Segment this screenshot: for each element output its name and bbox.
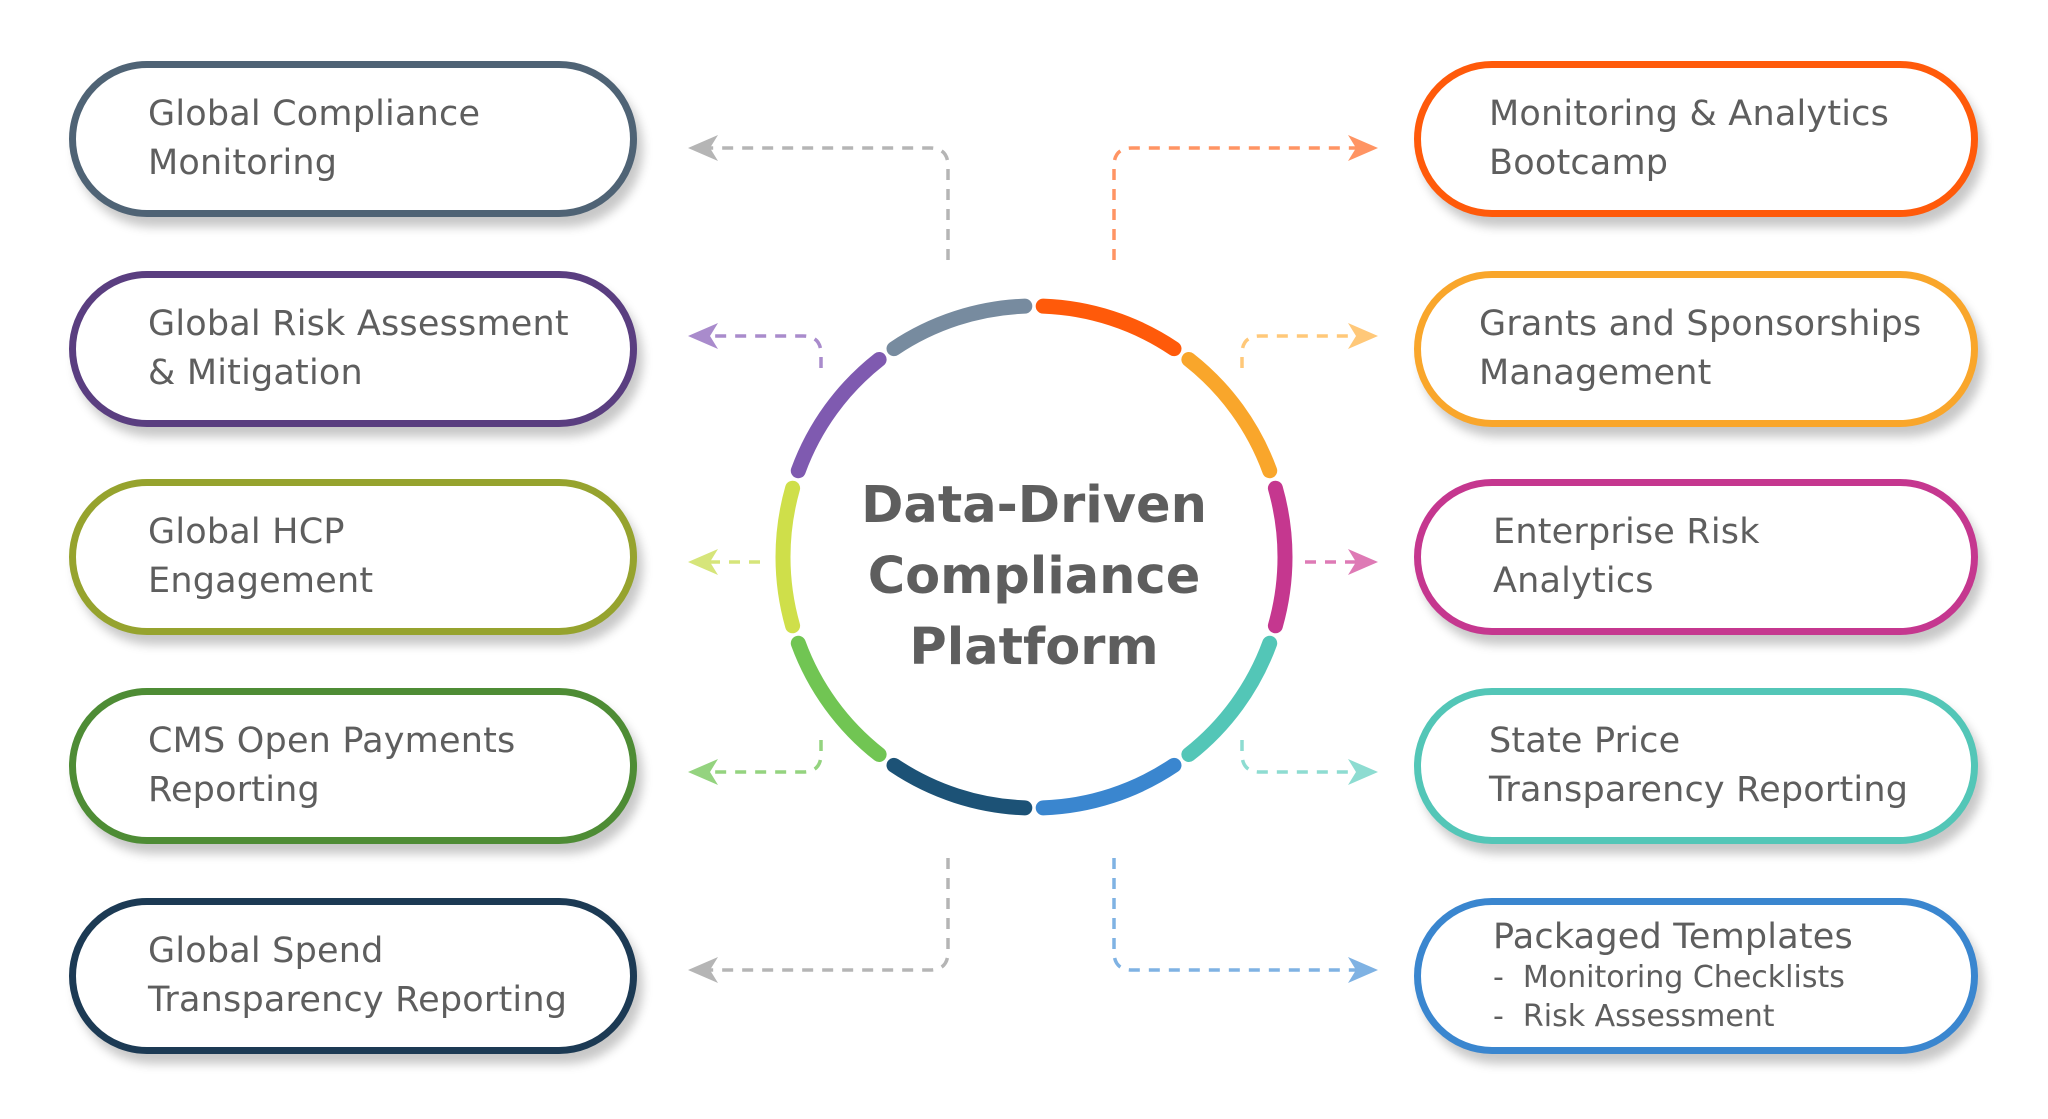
connector-line-left-4 bbox=[710, 740, 823, 774]
item-label-line: Global HCP bbox=[148, 512, 345, 552]
item-packaged-templates: Packaged Templates - Monitoring Checklis… bbox=[1414, 898, 1978, 1054]
item-label-line: Enterprise Risk bbox=[1493, 512, 1760, 552]
item-global-risk-assessment: Global Risk Assessment & Mitigation bbox=[69, 271, 637, 427]
item-label-line: Monitoring & Analytics bbox=[1489, 94, 1890, 134]
item-label-line: CMS Open Payments bbox=[148, 721, 516, 761]
arrow-left-icon bbox=[688, 957, 718, 983]
item-label-line: Monitoring bbox=[148, 143, 338, 183]
item-sub-bullet: - Monitoring Checklists bbox=[1493, 960, 1845, 995]
item-label-line: Global Compliance bbox=[148, 94, 481, 134]
diagram-canvas: Global Compliance Monitoring Global Risk… bbox=[0, 0, 2048, 1119]
ring-segment-lime bbox=[775, 480, 801, 634]
item-global-hcp-engagement: Global HCP Engagement bbox=[69, 479, 637, 635]
item-label-line: & Mitigation bbox=[148, 353, 363, 393]
center-title-line: Platform bbox=[909, 618, 1159, 677]
center-title: Data-Driven Compliance Platform bbox=[834, 470, 1234, 683]
item-label-line: Grants and Sponsorships bbox=[1479, 304, 1922, 344]
arrow-left-icon bbox=[688, 323, 718, 349]
connector-line-left-5 bbox=[710, 858, 950, 972]
item-label-line: Engagement bbox=[148, 561, 374, 601]
item-enterprise-risk-analytics: Enterprise Risk Analytics bbox=[1414, 479, 1978, 635]
item-label-line: Transparency Reporting bbox=[148, 980, 568, 1020]
ring-segment-orange bbox=[1035, 298, 1182, 357]
connector-line-right-1 bbox=[1112, 146, 1356, 260]
item-label-line: Bootcamp bbox=[1489, 143, 1669, 183]
item-label-line: Global Risk Assessment bbox=[148, 304, 569, 344]
center-title-line: Data-Driven bbox=[861, 476, 1207, 535]
item-label-line: Packaged Templates bbox=[1493, 917, 1853, 957]
center-title-line: Compliance bbox=[867, 547, 1201, 606]
connector-line-right-2 bbox=[1240, 334, 1356, 368]
ring-segment-magenta bbox=[1267, 480, 1293, 634]
arrow-right-icon bbox=[1348, 323, 1378, 349]
item-label-line: Reporting bbox=[148, 770, 320, 810]
item-label-line: Management bbox=[1479, 353, 1712, 393]
arrow-left-icon bbox=[688, 135, 718, 161]
arrow-right-icon bbox=[1348, 759, 1378, 785]
item-cms-open-payments: CMS Open Payments Reporting bbox=[69, 688, 637, 844]
item-label-line: Transparency Reporting bbox=[1489, 770, 1909, 810]
ring-segment-slate bbox=[886, 298, 1033, 357]
ring-segment-blue bbox=[1035, 757, 1182, 816]
connector-line-left-1 bbox=[710, 146, 950, 260]
item-grants-sponsorships: Grants and Sponsorships Management bbox=[1414, 271, 1978, 427]
item-state-price-transparency: State Price Transparency Reporting bbox=[1414, 688, 1978, 844]
item-monitoring-analytics-bootcamp: Monitoring & Analytics Bootcamp bbox=[1414, 61, 1978, 217]
item-label-line: Analytics bbox=[1493, 561, 1654, 601]
connector-line-right-4 bbox=[1240, 740, 1356, 774]
item-label-line: State Price bbox=[1489, 721, 1681, 761]
ring-segment-amber bbox=[1181, 351, 1278, 479]
item-global-spend-transparency: Global Spend Transparency Reporting bbox=[69, 898, 637, 1054]
arrow-left-icon bbox=[688, 759, 718, 785]
connector-line-left-2 bbox=[710, 334, 823, 368]
item-sub-bullet: - Risk Assessment bbox=[1493, 999, 1775, 1034]
item-global-compliance-monitoring: Global Compliance Monitoring bbox=[69, 61, 637, 217]
ring-segment-purple bbox=[790, 351, 887, 479]
item-label-line: Global Spend bbox=[148, 931, 384, 971]
connector-line-right-5 bbox=[1112, 858, 1356, 972]
ring-segment-navy bbox=[886, 757, 1033, 816]
